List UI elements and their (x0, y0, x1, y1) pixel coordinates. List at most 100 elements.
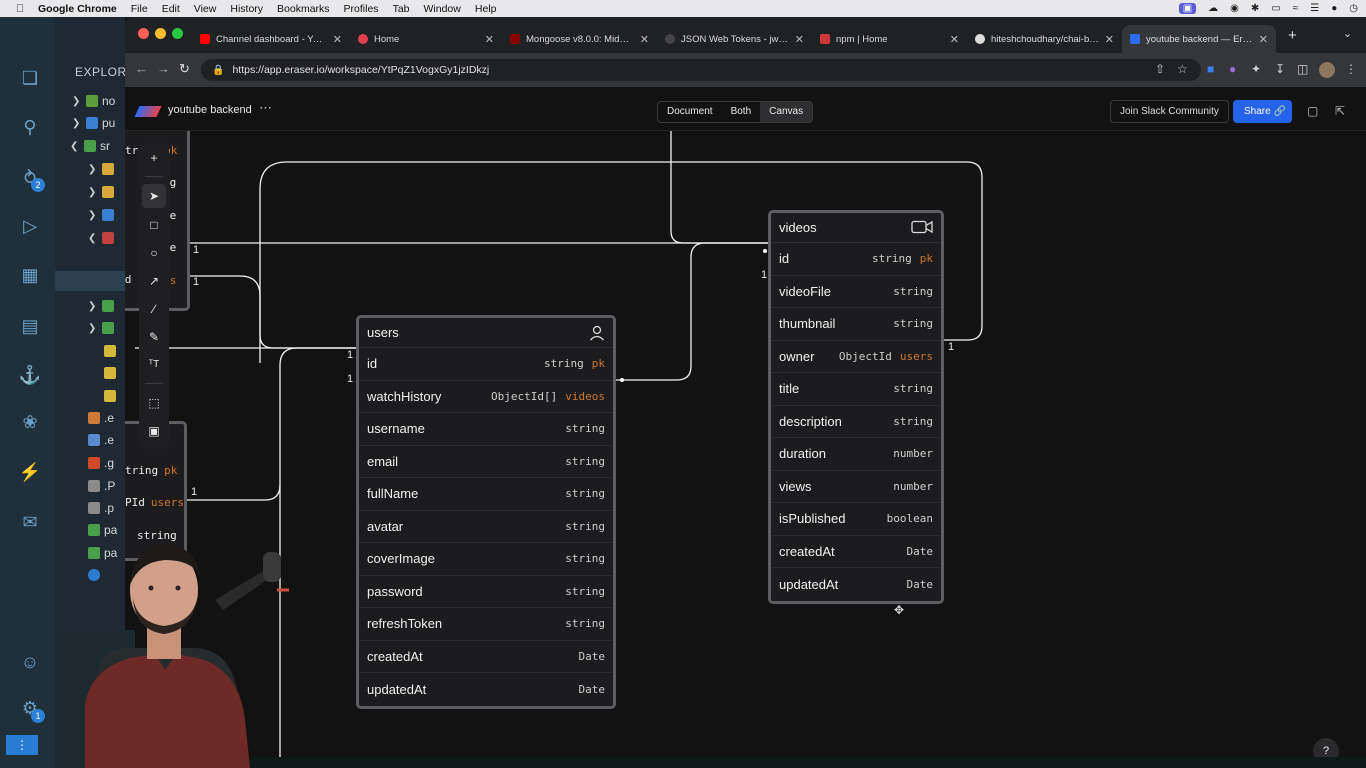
text-tool-icon[interactable]: ᵀT (142, 353, 166, 377)
mongodb-icon[interactable]: ❀ (17, 409, 43, 435)
share-button[interactable]: Share 🔗 (1233, 100, 1292, 123)
download-icon[interactable]: ↧ (1275, 62, 1285, 76)
close-icon[interactable]: ✕ (1259, 33, 1268, 46)
clock-icon[interactable]: ◷ (1349, 3, 1358, 14)
app-name-menu[interactable]: Google Chrome (38, 3, 117, 15)
close-icon[interactable]: ✕ (640, 33, 649, 46)
new-tab-icon[interactable]: + (1288, 27, 1297, 44)
field-row[interactable]: updatedAt Date (359, 673, 613, 706)
ellipse-tool-icon[interactable]: ○ (142, 241, 166, 265)
join-slack-button[interactable]: Join Slack Community (1110, 100, 1229, 123)
wifi-icon[interactable]: ≈ (1293, 3, 1299, 14)
tab-mongoose[interactable]: Mongoose v8.0.0: Middleware ✕ (502, 25, 657, 53)
menu-edit[interactable]: Edit (162, 3, 180, 15)
mode-canvas[interactable]: Canvas (760, 102, 813, 122)
add-icon[interactable]: + (142, 146, 166, 170)
apple-menu-icon[interactable]:  (12, 3, 28, 15)
minimize-window-icon[interactable] (155, 28, 166, 39)
tree-item-src[interactable]: ❮ sr (70, 137, 130, 155)
field-row[interactable]: id string pk (771, 243, 941, 276)
eraser-logo[interactable] (134, 106, 162, 117)
zoom-window-icon[interactable] (172, 28, 183, 39)
field-row[interactable]: username string (359, 413, 613, 446)
field-row[interactable]: updatedAt Date (771, 568, 941, 601)
field-row[interactable]: coverImage string (359, 543, 613, 576)
tab-jwt[interactable]: JSON Web Tokens - jwt.io ✕ (657, 25, 812, 53)
tab-youtube[interactable]: Channel dashboard - YouTube ✕ (192, 25, 350, 53)
creative-cloud-icon[interactable]: ☁ (1208, 3, 1218, 14)
field-row[interactable]: password string (359, 576, 613, 608)
tab-npm[interactable]: npm | Home ✕ (812, 25, 967, 53)
chrome-menu-icon[interactable]: ⋮ (1345, 62, 1357, 76)
run-debug-icon[interactable]: ▷ (17, 213, 43, 239)
rectangle-tool-icon[interactable]: □ (142, 213, 166, 237)
field-row[interactable]: fullName string (359, 478, 613, 511)
close-icon[interactable]: ✕ (795, 33, 804, 46)
bluetooth-icon[interactable]: ✱ (1251, 3, 1259, 14)
field-row[interactable]: videoFile string (771, 276, 941, 308)
extension-b-icon[interactable]: ■ (1207, 62, 1214, 76)
line-tool-icon[interactable]: ∕ (142, 297, 166, 321)
share-page-icon[interactable]: ⇧ (1155, 62, 1165, 76)
field-row[interactable]: refreshToken string (359, 608, 613, 641)
comment-tool-icon[interactable]: ▣ (142, 419, 166, 443)
back-icon[interactable]: ← (135, 61, 148, 76)
pencil-tool-icon[interactable]: ✎ (142, 325, 166, 349)
extensions-icon[interactable]: ▦ (17, 262, 43, 288)
entity-videos[interactable]: videos id string pk videoFile string thumbn… (768, 210, 944, 604)
field-row[interactable]: duration number (771, 438, 941, 471)
field-row[interactable]: thumbnail string (771, 308, 941, 341)
search-icon[interactable]: ⚲ (17, 114, 43, 140)
menu-bookmarks[interactable]: Bookmarks (277, 3, 330, 15)
diagram-canvas[interactable]: 1 1 1 1 1 1 1 1 1 1 tringpk ng ce ce dos… (125, 131, 1366, 757)
reload-icon[interactable]: ↻ (179, 61, 190, 77)
entity-users[interactable]: users id string pk watchHistory ObjectId[] v… (356, 315, 616, 709)
camo-icon[interactable]: ◉ (1230, 3, 1239, 14)
forward-icon[interactable]: → (157, 61, 170, 76)
explorer-icon[interactable]: ❏ (17, 65, 43, 91)
field-row[interactable]: createdAt Date (359, 641, 613, 673)
menu-history[interactable]: History (230, 3, 263, 15)
side-panel-icon[interactable]: ◫ (1297, 62, 1308, 76)
tree-item-node-modules[interactable]: ❯ no (72, 92, 132, 110)
field-row[interactable]: createdAt Date (771, 536, 941, 568)
close-window-icon[interactable] (138, 28, 149, 39)
close-icon[interactable]: ✕ (485, 33, 494, 46)
lock-icon[interactable]: 🔒 (212, 65, 224, 76)
extensions-puzzle-icon[interactable]: ✦ (1251, 62, 1261, 76)
frame-tool-icon[interactable]: ⬚ (142, 391, 166, 415)
arrow-tool-icon[interactable]: ↗ (142, 269, 166, 293)
docker-icon[interactable]: ⚓ (17, 362, 43, 388)
mode-both[interactable]: Both (722, 102, 761, 122)
remote-indicator-icon[interactable]: ⋮ (6, 735, 38, 755)
field-row[interactable]: avatar string (359, 511, 613, 543)
help-button[interactable]: ? (1313, 738, 1339, 757)
bookmark-star-icon[interactable]: ☆ (1177, 62, 1188, 76)
control-center-icon[interactable]: ☰ (1310, 3, 1319, 14)
tab-home[interactable]: Home ✕ (350, 25, 502, 53)
field-row[interactable]: description string (771, 406, 941, 438)
display-icon[interactable]: ▭ (1271, 3, 1280, 14)
export-icon[interactable]: ⇱ (1335, 104, 1345, 118)
field-row[interactable]: email string (359, 446, 613, 478)
screen-share-icon[interactable]: ▣ (1178, 3, 1197, 14)
select-pointer-icon[interactable]: ➤ (142, 184, 166, 208)
close-icon[interactable]: ✕ (333, 33, 342, 46)
tab-search-icon[interactable]: ⌄ (1343, 27, 1352, 40)
siri-icon[interactable]: ● (1331, 3, 1337, 14)
tree-item-public[interactable]: ❯ pu (72, 114, 132, 132)
chat-icon[interactable]: ✉ (17, 509, 43, 535)
tab-github[interactable]: hiteshchoudhary/chai-backend ✕ (967, 25, 1122, 53)
menu-view[interactable]: View (194, 3, 217, 15)
remote-explorer-icon[interactable]: ▤ (17, 313, 43, 339)
tree-selected-row[interactable] (55, 271, 125, 291)
field-row[interactable]: title string (771, 373, 941, 406)
field-row[interactable]: views number (771, 471, 941, 503)
address-bar[interactable]: 🔒 https://app.eraser.io/workspace/YtPqZ1… (201, 59, 1201, 81)
field-row[interactable]: isPublished boolean (771, 503, 941, 536)
tab-eraser-active[interactable]: youtube backend — Eraser ✕ (1122, 25, 1276, 53)
close-icon[interactable]: ✕ (1105, 33, 1114, 46)
close-icon[interactable]: ✕ (950, 33, 959, 46)
thunder-client-icon[interactable]: ⚡ (17, 459, 43, 485)
document-title[interactable]: youtube backend (168, 104, 252, 116)
